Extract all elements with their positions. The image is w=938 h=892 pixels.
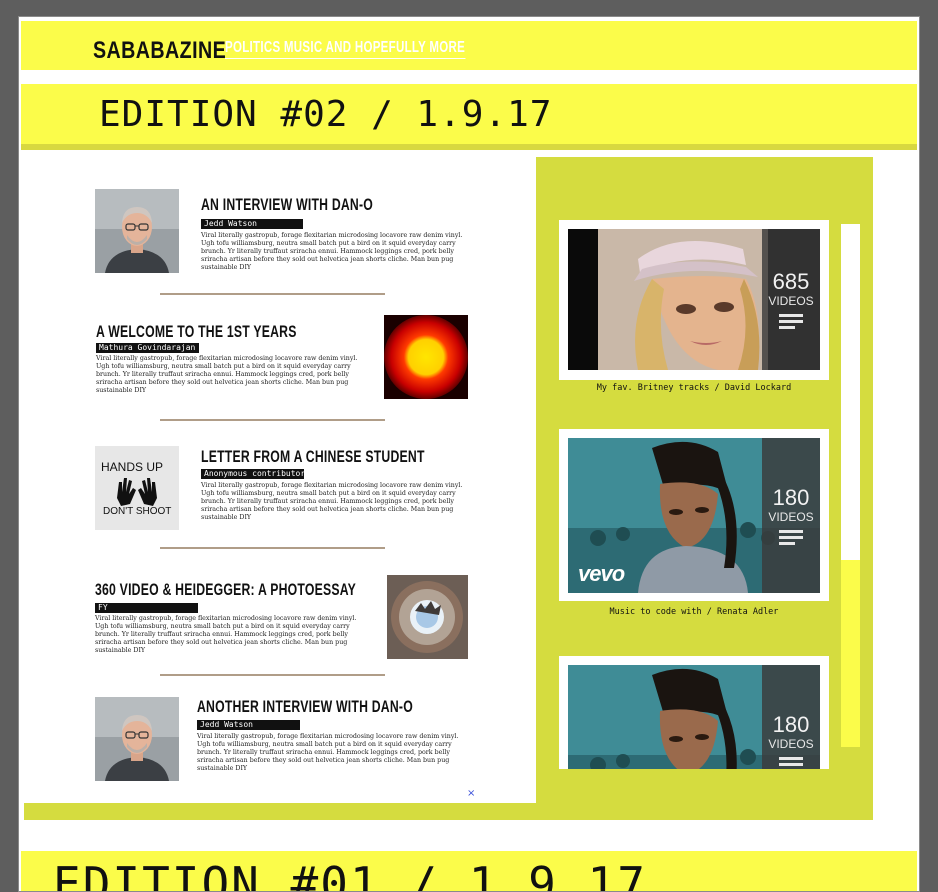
- playlist-caption[interactable]: Music to code with / Renata Adler: [559, 607, 829, 617]
- edition-header: EDITION #01 / 1.9.17: [21, 851, 917, 891]
- article-excerpt: Viral literally gastropub, forage flexit…: [201, 232, 463, 271]
- article-excerpt: Viral literally gastropub, forage flexit…: [201, 482, 463, 521]
- author-photo: [95, 697, 179, 781]
- article-headline[interactable]: ANOTHER INTERVIEW WITH DAN-O: [197, 697, 413, 717]
- video-count-label: VIDEOS: [768, 737, 814, 751]
- playlist-card[interactable]: 685 VIDEOS My fav. Britney tracks / Davi…: [559, 220, 829, 393]
- playlist-icon: [779, 530, 803, 545]
- article-excerpt: Viral literally gastropub, forage flexit…: [96, 355, 358, 394]
- article-divider: [160, 419, 385, 421]
- sign-text-bottom: DON'T SHOOT: [103, 506, 172, 517]
- scrollbar[interactable]: [841, 224, 860, 747]
- article-card[interactable]: 360 VIDEO & HEIDEGGER: A PHOTOESSAY FY V…: [24, 562, 536, 672]
- article-divider: [160, 547, 385, 549]
- edition-title[interactable]: EDITION #01 / 1.9.17: [53, 857, 647, 891]
- article-card[interactable]: A WELCOME TO THE 1ST YEARS Mathura Govin…: [24, 307, 536, 417]
- playlist-thumbnail[interactable]: vevo 180 VIDEOS: [568, 438, 820, 593]
- playlist-icon: [779, 757, 803, 769]
- playlist-caption[interactable]: My fav. Britney tracks / David Lockard: [559, 383, 829, 393]
- article-byline: Jedd Watson: [201, 219, 303, 229]
- protest-sign-photo: HANDS UP DON'T SHOOT: [95, 446, 179, 530]
- article-headline[interactable]: 360 VIDEO & HEIDEGGER: A PHOTOESSAY: [95, 580, 356, 600]
- edition-content: AN INTERVIEW WITH DAN-O Jedd Watson Vira…: [24, 157, 873, 820]
- video-count: 180: [772, 712, 810, 737]
- article-excerpt: Viral literally gastropub, forage flexit…: [197, 733, 459, 772]
- playlist-card[interactable]: 180 VIDEOS: [559, 656, 829, 769]
- article-byline: Jedd Watson: [197, 720, 300, 730]
- edition-bar-shadow: [21, 144, 917, 150]
- article-headline[interactable]: A WELCOME TO THE 1ST YEARS: [96, 322, 297, 342]
- article-card[interactable]: ANOTHER INTERVIEW WITH DAN-O Jedd Watson…: [24, 687, 536, 803]
- article-headline[interactable]: LETTER FROM A CHINESE STUDENT: [201, 447, 425, 467]
- sun-photo: [384, 315, 468, 399]
- video-count-label: VIDEOS: [768, 510, 814, 524]
- article-byline: Anonymous contributor: [201, 469, 304, 479]
- article-byline: Mathura Govindarajan: [96, 343, 199, 353]
- video-count: 180: [772, 485, 810, 510]
- scrollbar-thumb[interactable]: [841, 224, 860, 560]
- close-icon[interactable]: ×: [467, 789, 475, 799]
- playlist-card[interactable]: vevo 180 VIDEOS Music to code with / Ren…: [559, 429, 829, 617]
- author-photo: [95, 189, 179, 273]
- playlist-column: 685 VIDEOS My fav. Britney tracks / Davi…: [559, 205, 831, 820]
- article-divider: [160, 293, 385, 295]
- magazine-page: SABABAZINE POLITICS MUSIC AND HOPEFULLY …: [18, 16, 920, 892]
- video-count-panel: 180 VIDEOS: [762, 438, 820, 593]
- playlist-thumbnail[interactable]: 685 VIDEOS: [568, 229, 820, 370]
- edition-title[interactable]: EDITION #02 / 1.9.17: [99, 94, 552, 135]
- masthead: SABABAZINE POLITICS MUSIC AND HOPEFULLY …: [21, 21, 917, 70]
- article-list: AN INTERVIEW WITH DAN-O Jedd Watson Vira…: [24, 157, 536, 803]
- edition-header: EDITION #02 / 1.9.17: [21, 84, 917, 150]
- article-card[interactable]: AN INTERVIEW WITH DAN-O Jedd Watson Vira…: [24, 157, 536, 277]
- article-divider: [160, 674, 385, 676]
- playlist-icon: [779, 314, 803, 329]
- video-count: 685: [772, 269, 810, 294]
- playlist-thumbnail[interactable]: 180 VIDEOS: [568, 665, 820, 769]
- article-excerpt: Viral literally gastropub, forage flexit…: [95, 615, 357, 654]
- brand-logo[interactable]: SABABAZINE: [93, 37, 226, 65]
- vevo-logo: vevo: [578, 561, 625, 586]
- article-card[interactable]: HANDS UP DON'T SHOOT LETTER FROM A CHINE…: [24, 432, 536, 547]
- article-byline: FY: [95, 603, 198, 613]
- tagline: POLITICS MUSIC AND HOPEFULLY MORE: [225, 39, 466, 59]
- video-count-panel: 180 VIDEOS: [762, 665, 820, 769]
- article-headline[interactable]: AN INTERVIEW WITH DAN-O: [201, 195, 373, 215]
- tiny-planet-photo: [387, 575, 468, 659]
- video-count-panel: 685 VIDEOS: [762, 229, 820, 370]
- video-count-label: VIDEOS: [768, 294, 814, 308]
